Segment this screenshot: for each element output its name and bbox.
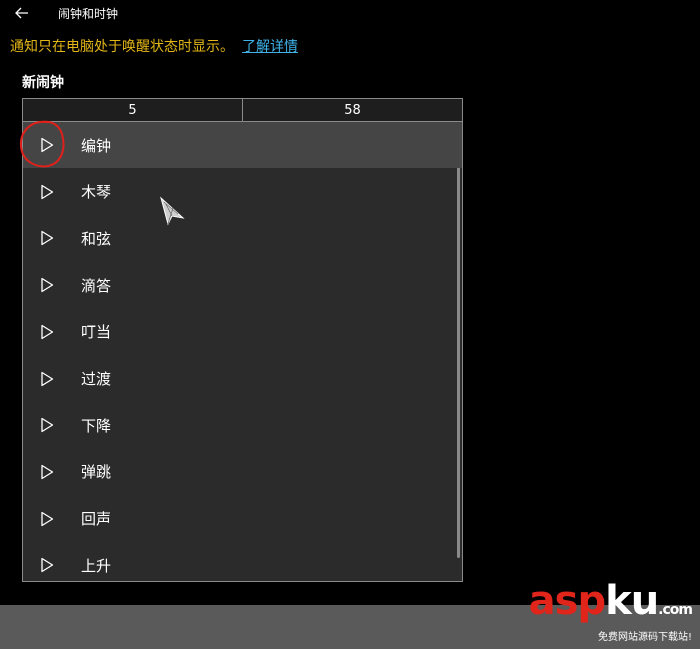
- back-arrow-icon: [15, 7, 28, 19]
- learn-more-link[interactable]: 了解详情: [242, 39, 298, 55]
- watermark-logo-white: ku: [605, 578, 659, 624]
- play-icon[interactable]: [37, 182, 57, 202]
- sound-item-label: 上升: [81, 556, 112, 575]
- site-watermark: aspku.com 免费网站源码下载站!: [528, 578, 693, 643]
- list-item[interactable]: 回声: [23, 496, 462, 542]
- sound-item-label: 编钟: [81, 136, 112, 155]
- app-title: 闹钟和时钟: [58, 7, 119, 21]
- list-item[interactable]: 叮当: [23, 309, 462, 355]
- play-icon[interactable]: [37, 462, 57, 482]
- sound-item-label: 和弦: [81, 229, 112, 248]
- sound-item-label: 木琴: [81, 183, 112, 202]
- back-button[interactable]: [8, 2, 36, 24]
- list-item[interactable]: 和弦: [23, 215, 462, 261]
- list-item[interactable]: 下降: [23, 402, 462, 448]
- watermark-subtitle: 免费网站源码下载站!: [597, 632, 692, 643]
- play-icon[interactable]: [37, 415, 57, 435]
- sound-item-label: 滴答: [81, 276, 112, 295]
- play-icon[interactable]: [37, 135, 57, 155]
- minute-selector[interactable]: 58: [242, 99, 462, 121]
- play-icon[interactable]: [37, 275, 57, 295]
- watermark-logo-suffix: .com: [658, 602, 693, 618]
- page-title: 新闹钟: [22, 75, 64, 91]
- title-bar: 闹钟和时钟: [0, 0, 700, 28]
- sound-dropdown-list[interactable]: 编钟木琴和弦滴答叮当过渡下降弹跳回声上升: [22, 122, 463, 582]
- list-item[interactable]: 滴答: [23, 262, 462, 308]
- sound-item-label: 弹跳: [81, 463, 112, 482]
- play-icon[interactable]: [37, 509, 57, 529]
- notification-notice: 通知只在电脑处于唤醒状态时显示。 了解详情: [10, 36, 298, 56]
- sound-item-label: 下降: [81, 416, 112, 435]
- list-item[interactable]: 编钟: [23, 122, 462, 168]
- sound-item-label: 回声: [81, 510, 112, 529]
- watermark-logo: aspku.com: [528, 578, 693, 630]
- notice-text: 通知只在电脑处于唤醒状态时显示。: [10, 39, 234, 55]
- play-icon[interactable]: [37, 369, 57, 389]
- list-item[interactable]: 弹跳: [23, 449, 462, 495]
- play-icon[interactable]: [37, 555, 57, 575]
- play-icon[interactable]: [37, 322, 57, 342]
- time-picker[interactable]: 5 58: [22, 98, 463, 122]
- list-item[interactable]: 木琴: [23, 169, 462, 215]
- list-item[interactable]: 上升: [23, 542, 462, 581]
- list-item[interactable]: 过渡: [23, 356, 462, 402]
- hour-selector[interactable]: 5: [23, 99, 242, 121]
- sound-item-label: 过渡: [81, 370, 112, 388]
- watermark-logo-red: asp: [528, 578, 606, 624]
- sound-item-label: 叮当: [81, 323, 112, 342]
- play-icon[interactable]: [37, 228, 57, 248]
